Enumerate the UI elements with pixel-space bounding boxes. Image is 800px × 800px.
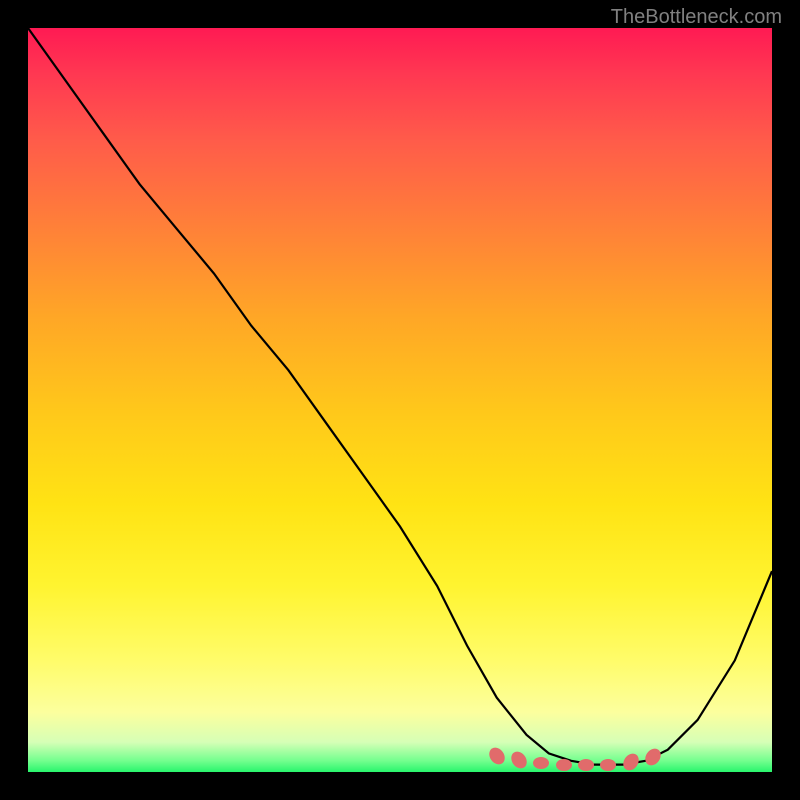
- optimal-marker: [508, 749, 530, 772]
- optimal-marker: [600, 759, 616, 771]
- optimal-marker: [556, 759, 572, 771]
- optimal-marker: [486, 744, 508, 767]
- attribution-text: TheBottleneck.com: [611, 6, 782, 29]
- optimal-marker: [533, 757, 549, 769]
- optimal-marker: [642, 746, 664, 769]
- optimal-markers: [28, 28, 772, 772]
- optimal-marker: [620, 751, 642, 774]
- optimal-marker: [578, 759, 594, 771]
- chart-plot-area: [28, 28, 772, 772]
